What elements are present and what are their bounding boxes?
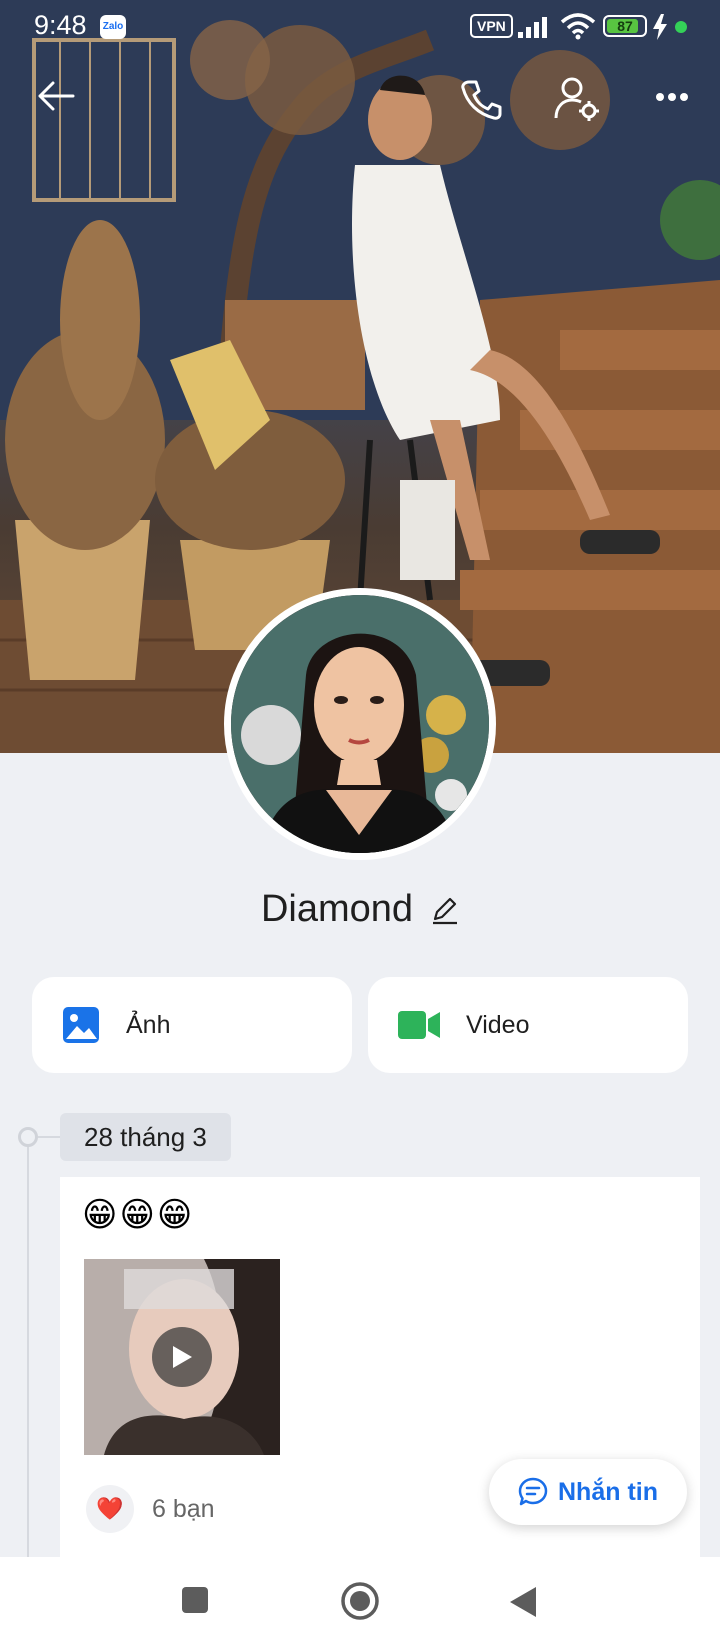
charging-icon (653, 14, 667, 40)
play-icon (173, 1346, 192, 1368)
profile-settings-button[interactable] (552, 74, 602, 124)
profile-name: Diamond (260, 888, 414, 930)
timeline-connector (38, 1136, 60, 1138)
message-button-label: Nhắn tin (558, 1477, 658, 1506)
video-camera-icon (398, 1011, 440, 1039)
videos-button[interactable]: Video (368, 977, 688, 1073)
more-button[interactable] (650, 80, 694, 114)
home-button[interactable] (340, 1581, 380, 1626)
photos-label: Ảnh (126, 1010, 171, 1039)
vpn-icon: VPN (470, 14, 513, 38)
wifi-icon (560, 13, 596, 40)
timeline-node (18, 1127, 38, 1147)
recent-apps-icon (182, 1587, 208, 1613)
back-nav-button[interactable] (508, 1585, 538, 1624)
battery-text: 87 (617, 18, 633, 34)
more-horizontal-icon (656, 93, 688, 101)
status-bar: 9:48 Zalo VPN 87 (0, 0, 720, 54)
reaction-heart-icon[interactable]: ❤️ (86, 1485, 134, 1533)
post-text: 😁😁😁 (82, 1196, 195, 1234)
recent-apps-button[interactable] (180, 1585, 210, 1620)
home-icon (341, 1582, 379, 1620)
timeline-line (27, 1138, 29, 1558)
avatar[interactable] (224, 588, 496, 860)
battery-icon: 87 (603, 15, 647, 37)
zalo-notification-icon: Zalo (100, 15, 126, 39)
status-time: 9:48 (34, 10, 87, 40)
message-button[interactable]: Nhắn tin (489, 1459, 687, 1525)
videos-label: Video (466, 1010, 530, 1039)
system-nav-bar (0, 1557, 720, 1650)
back-button[interactable] (34, 74, 78, 118)
notification-dot (675, 21, 687, 33)
back-triangle-icon (510, 1587, 536, 1617)
reaction-count[interactable]: 6 bạn (152, 1495, 215, 1524)
timeline-date: 28 tháng 3 (60, 1113, 231, 1161)
image-icon (63, 1007, 99, 1043)
post-video-thumbnail[interactable] (84, 1259, 280, 1455)
phone-icon (461, 80, 502, 120)
pencil-icon[interactable] (431, 895, 459, 925)
profile-name-row: Diamond (0, 888, 720, 931)
signal-icon (518, 17, 547, 38)
photos-button[interactable]: Ảnh (32, 977, 352, 1073)
play-button[interactable] (152, 1327, 212, 1387)
user-gear-icon (554, 77, 599, 121)
arrow-left-icon (38, 81, 75, 111)
call-button[interactable] (456, 74, 506, 124)
chat-bubble-icon (518, 1477, 548, 1506)
